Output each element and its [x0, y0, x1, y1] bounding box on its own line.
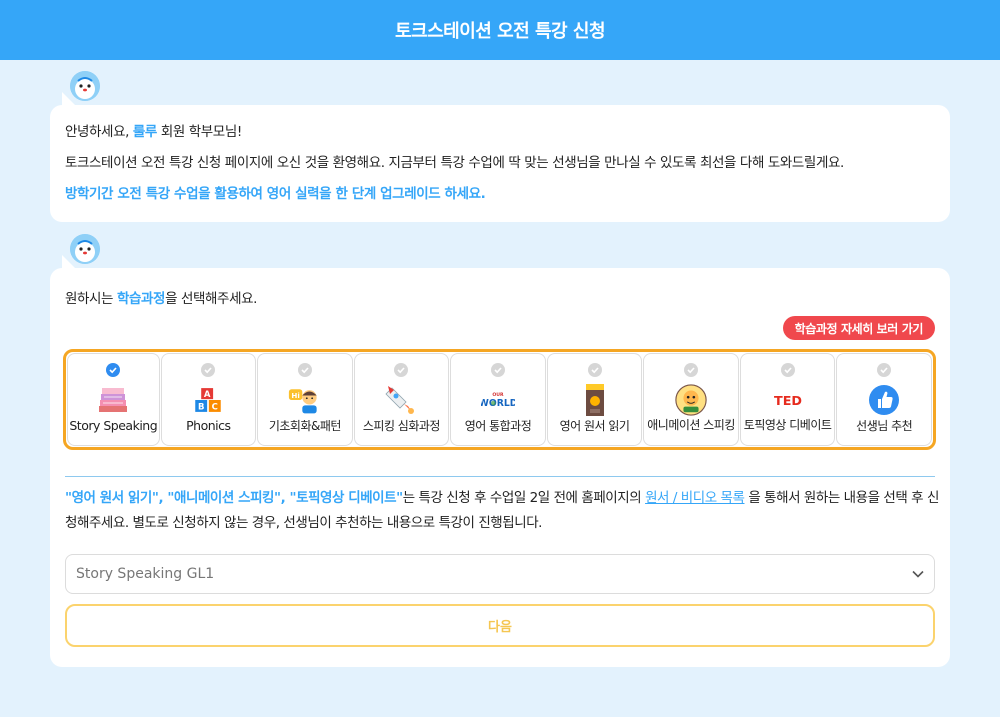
- greeting-line-1: 안녕하세요, 룰루 회원 학부모님!: [65, 124, 242, 140]
- story-books-icon: [96, 384, 130, 416]
- svg-text:WORLD: WORLD: [481, 398, 515, 409]
- course-english-books[interactable]: 영어 원서 읽기: [546, 353, 643, 446]
- header-bar: 토크스테이션 오전 특강 신청: [0, 0, 1000, 60]
- user-name: 룰루: [132, 124, 157, 140]
- svg-text:OUR: OUR: [492, 392, 504, 398]
- course-advanced-speaking[interactable]: 스피킹 심화과정: [353, 353, 450, 446]
- course-basic-conversation[interactable]: Hi 기초회화&패턴: [257, 353, 353, 446]
- next-button[interactable]: 다음: [65, 604, 935, 647]
- bubble-tail: [62, 255, 76, 269]
- check-icon: [297, 363, 312, 377]
- course-prompt: 원하시는 학습과정을 선택해주세요.: [65, 291, 258, 307]
- animation-character-icon: [674, 384, 708, 416]
- bubble-tail: [62, 92, 76, 106]
- thumbs-up-icon: [867, 384, 901, 416]
- course-phonics[interactable]: A B C Phonics: [160, 353, 257, 446]
- book-video-list-link[interactable]: 원서 / 비디오 목록: [645, 490, 745, 506]
- notice-text: "영어 원서 읽기", "애니메이션 스피킹", "토픽영상 디베이트"는 특강…: [65, 490, 939, 531]
- hi-boy-icon: Hi: [288, 384, 322, 416]
- course-list: Story Speaking A B C Phonics Hi 기초회화&패턴 …: [63, 349, 936, 450]
- course-label: 토픽영상 디베이트: [743, 418, 832, 432]
- check-icon: [106, 363, 121, 377]
- greeting-card: 안녕하세요, 룰루 회원 학부모님! 토크스테이션 오전 특강 신청 페이지에 …: [50, 105, 950, 222]
- course-detail-button[interactable]: 학습과정 자세히 보러 가기: [782, 316, 935, 340]
- course-label: 선생님 추천: [856, 419, 913, 433]
- svg-text:A: A: [204, 390, 211, 400]
- selection-card: 원하시는 학습과정을 선택해주세요. 학습과정 자세히 보러 가기 Story …: [50, 268, 950, 667]
- book-cover-icon: [578, 384, 612, 416]
- check-icon: [780, 363, 795, 377]
- course-animation-speaking[interactable]: 애니메이션 스피킹: [643, 353, 739, 446]
- course-topic-debate[interactable]: TED 토픽영상 디베이트: [739, 353, 836, 446]
- svg-text:B: B: [198, 402, 204, 412]
- ted-icon: TED: [771, 384, 805, 416]
- chevron-down-icon: [912, 566, 924, 582]
- course-label: Phonics: [186, 418, 231, 433]
- svg-text:TED: TED: [774, 394, 802, 409]
- divider: [65, 476, 935, 477]
- check-icon: [877, 363, 892, 377]
- course-label: 영어 원서 읽기: [559, 419, 630, 433]
- course-label: Story Speaking: [69, 418, 158, 433]
- greeting-highlight: 방학기간 오전 특강 수업을 활용하여 영어 실력을 한 단계 업그레이드 하세…: [65, 186, 486, 202]
- check-icon: [587, 363, 602, 377]
- course-label: 기초회화&패턴: [268, 419, 342, 433]
- course-label: 애니메이션 스피킹: [647, 418, 735, 432]
- level-select[interactable]: Story Speaking GL1: [65, 554, 935, 594]
- svg-text:Hi: Hi: [291, 391, 299, 400]
- course-integrated-english[interactable]: OUR WORLD 영어 통합과정: [450, 353, 546, 446]
- our-world-icon: OUR WORLD: [481, 384, 515, 416]
- check-icon: [394, 363, 409, 377]
- course-story-speaking[interactable]: Story Speaking: [67, 353, 160, 446]
- svg-text:C: C: [212, 402, 218, 412]
- course-teacher-recommend[interactable]: 선생님 추천: [836, 353, 932, 446]
- abc-blocks-icon: A B C: [191, 384, 225, 416]
- course-label: 스피킹 심화과정: [362, 419, 441, 433]
- rocket-icon: [384, 384, 418, 416]
- check-icon: [684, 363, 699, 377]
- level-select-value: Story Speaking GL1: [76, 566, 215, 582]
- page-title: 토크스테이션 오전 특강 신청: [394, 21, 606, 42]
- greeting-line-2: 토크스테이션 오전 특강 신청 페이지에 오신 것을 환영해요. 지금부터 특강…: [65, 155, 844, 171]
- check-icon: [490, 363, 505, 377]
- check-icon: [201, 363, 216, 377]
- course-label: 영어 통합과정: [464, 419, 532, 433]
